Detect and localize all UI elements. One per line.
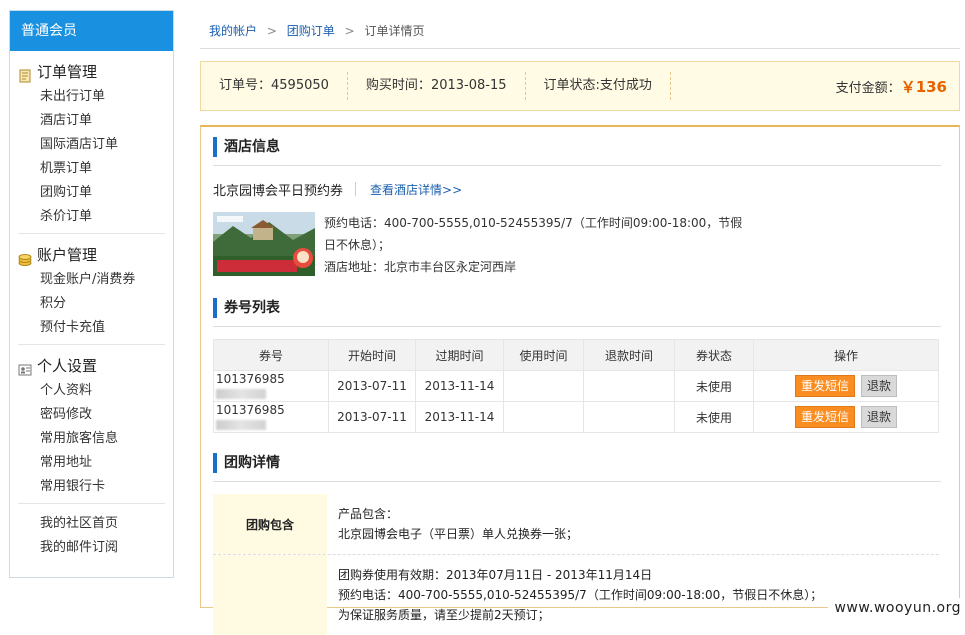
sidebar-group-settings: 个人设置 个人资料 密码修改 常用旅客信息 常用地址 常用银行卡: [18, 345, 165, 504]
sidebar-item-bank-cards[interactable]: 常用银行卡: [18, 475, 165, 499]
divider: [213, 481, 941, 482]
sidebar-item-prepaid-card[interactable]: 预付卡充值: [18, 316, 165, 340]
group-detail-label: [213, 555, 327, 635]
sidebar-group-title: 订单管理: [18, 59, 165, 85]
group-detail-label: 团购包含: [213, 494, 327, 554]
voucher-start: 2013-07-11: [328, 401, 416, 433]
order-detail-panel: 酒店信息 北京园博会平日预约券 查看酒店详情>> 预约电话：400-700-55…: [200, 125, 960, 635]
sidebar-item-intl-hotel-orders[interactable]: 国际酒店订单: [18, 133, 165, 157]
hotel-address: 酒店地址：北京市丰台区永定河西岸: [324, 260, 517, 274]
section-title-vouchers: 券号列表: [213, 298, 941, 318]
order-number: 订单号：4595050: [201, 72, 348, 100]
hotel-name-row: 北京园博会平日预约券 查看酒店详情>>: [213, 178, 941, 200]
col-header-code: 券号: [213, 339, 329, 371]
hotel-name: 北京园博会平日预约券: [213, 183, 344, 199]
sidebar-item-upcoming-orders[interactable]: 未出行订单: [18, 85, 165, 109]
sidebar-item-cash-account[interactable]: 现金账户/消费券: [18, 268, 165, 292]
voucher-used: [503, 370, 584, 402]
voucher-start: 2013-07-11: [328, 370, 416, 402]
sidebar-item-hotel-orders[interactable]: 酒店订单: [18, 109, 165, 133]
col-header-end: 过期时间: [415, 339, 504, 371]
divider: [213, 326, 941, 327]
group-detail-content: 团购券使用有效期：2013年07月11日 - 2013年11月14日 预约电话：…: [338, 568, 823, 622]
col-header-start: 开始时间: [328, 339, 416, 371]
sidebar-group-orders: 订单管理 未出行订单 酒店订单 国际酒店订单 机票订单 团购订单 杀价订单: [18, 51, 165, 234]
voucher-status: 未使用: [674, 401, 754, 433]
sidebar-group-title: 个人设置: [18, 353, 165, 379]
order-icon: [18, 65, 32, 83]
voucher-used: [503, 401, 584, 433]
refund-button[interactable]: 退款: [861, 375, 898, 397]
voucher-code: 101376985: [213, 401, 329, 433]
sidebar-item-community-home[interactable]: 我的社区首页: [18, 512, 165, 536]
sidebar-group-account: 账户管理 现金账户/消费券 积分 预付卡充值: [18, 234, 165, 345]
order-amount: 支付金额：￥136: [835, 77, 947, 96]
breadcrumb-my-account[interactable]: 我的帐户: [209, 24, 257, 38]
divider: [213, 165, 941, 166]
watermark: www.wooyun.org: [828, 598, 965, 620]
resend-sms-button[interactable]: 重发短信: [794, 375, 855, 397]
price-amount: 136: [915, 77, 947, 96]
breadcrumb: 我的帐户 > 团购订单 > 订单详情页: [200, 0, 960, 49]
resend-sms-button[interactable]: 重发短信: [794, 406, 855, 428]
sidebar-group-title: 账户管理: [18, 242, 165, 268]
breadcrumb-group-orders[interactable]: 团购订单: [287, 24, 335, 38]
table-header-row: 券号 开始时间 过期时间 使用时间 退款时间 券状态 操作: [213, 339, 939, 371]
voucher-end: 2013-11-14: [415, 370, 504, 402]
hotel-image: [213, 212, 315, 276]
redacted-text: [216, 388, 266, 399]
order-date: 购买时间：2013-08-15: [348, 72, 526, 100]
voucher-actions: 重发短信 退款: [753, 370, 939, 402]
voucher-end: 2013-11-14: [415, 401, 504, 433]
sidebar-item-password[interactable]: 密码修改: [18, 403, 165, 427]
group-detail-row: 团购包含 产品包含： 北京园博会电子（平日票）单人兑换券一张；: [213, 494, 939, 555]
voucher-table: 券号 开始时间 过期时间 使用时间 退款时间 券状态 操作 101376985 …: [213, 339, 939, 433]
sidebar-item-profile[interactable]: 个人资料: [18, 379, 165, 403]
order-status: 订单状态:支付成功: [526, 72, 671, 100]
main-content: 我的帐户 > 团购订单 > 订单详情页 订单号：4595050 购买时间：201…: [200, 0, 960, 635]
hotel-info-text: 预约电话：400-700-5555,010-52455395/7（工作时间09:…: [324, 212, 744, 282]
price-currency: ￥: [900, 77, 916, 96]
group-detail-row: 团购券使用有效期：2013年07月11日 - 2013年11月14日 预约电话：…: [213, 555, 939, 635]
sidebar-item-bargain-orders[interactable]: 杀价订单: [18, 205, 165, 229]
col-header-actions: 操作: [753, 339, 939, 371]
id-card-icon: [18, 359, 32, 376]
sidebar: 普通会员 订单管理 未出行订单 酒店订单 国际酒店订单 机票订单 团购订单 杀价…: [9, 10, 174, 578]
table-row: 101376985 2013-07-11 2013-11-14 未使用 重发短信…: [213, 401, 939, 433]
section-title-hotel: 酒店信息: [213, 137, 941, 157]
sidebar-item-addresses[interactable]: 常用地址: [18, 451, 165, 475]
group-detail-content: 产品包含： 北京园博会电子（平日票）单人兑换券一张；: [338, 507, 579, 541]
hotel-phone: 预约电话：400-700-5555,010-52455395/7（工作时间09:…: [324, 216, 743, 252]
voucher-refund-time: [583, 370, 675, 402]
col-header-used: 使用时间: [503, 339, 584, 371]
table-row: 101376985 2013-07-11 2013-11-14 未使用 重发短信…: [213, 370, 939, 402]
section-title-group-detail: 团购详情: [213, 453, 941, 473]
breadcrumb-separator: >: [266, 24, 277, 38]
sidebar-group-community: 我的社区首页 我的邮件订阅: [18, 504, 165, 564]
voucher-code: 101376985: [213, 370, 329, 402]
order-summary-bar: 订单号：4595050 购买时间：2013-08-15 订单状态:支付成功 支付…: [200, 61, 960, 111]
voucher-refund-time: [583, 401, 675, 433]
breadcrumb-separator: >: [344, 24, 355, 38]
redacted-text: [216, 419, 266, 430]
col-header-refund: 退款时间: [583, 339, 675, 371]
col-header-status: 券状态: [674, 339, 754, 371]
refund-button[interactable]: 退款: [861, 406, 898, 428]
sidebar-item-mail-subscription[interactable]: 我的邮件订阅: [18, 536, 165, 560]
coins-icon: [18, 248, 32, 266]
hotel-detail-link[interactable]: 查看酒店详情>>: [370, 181, 462, 198]
sidebar-item-points[interactable]: 积分: [18, 292, 165, 316]
voucher-actions: 重发短信 退款: [753, 401, 939, 433]
sidebar-item-group-orders[interactable]: 团购订单: [18, 181, 165, 205]
voucher-status: 未使用: [674, 370, 754, 402]
breadcrumb-current: 订单详情页: [364, 24, 425, 38]
hotel-info-box: 预约电话：400-700-5555,010-52455395/7（工作时间09:…: [213, 212, 941, 282]
sidebar-header: 普通会员: [10, 11, 173, 51]
divider: [355, 182, 357, 196]
sidebar-item-flight-orders[interactable]: 机票订单: [18, 157, 165, 181]
sidebar-item-travelers[interactable]: 常用旅客信息: [18, 427, 165, 451]
